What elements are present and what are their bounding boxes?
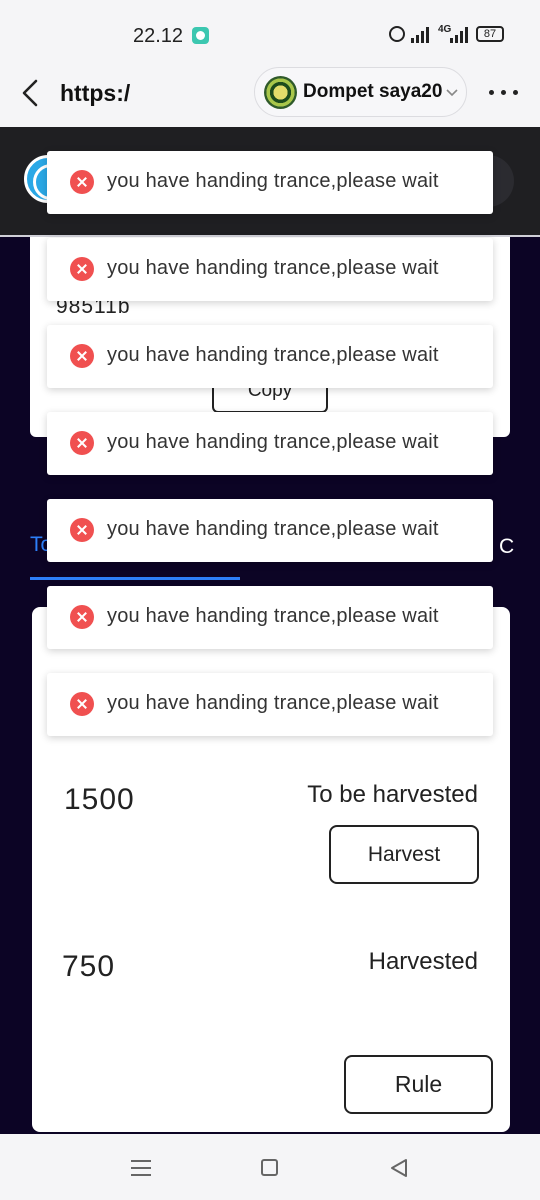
error-icon (70, 257, 94, 281)
error-toast: you have handing trance,please wait (47, 412, 493, 475)
error-icon (70, 518, 94, 542)
alarm-icon (389, 26, 405, 42)
toast-message: you have handing trance,please wait (107, 431, 439, 453)
back-triangle-icon[interactable] (388, 1157, 410, 1179)
error-toast: you have handing trance,please wait (47, 238, 493, 301)
error-toast: you have handing trance,please wait (47, 586, 493, 649)
chat-app-icon (192, 27, 209, 44)
error-toast: you have handing trance,please wait (47, 325, 493, 388)
error-icon (70, 344, 94, 368)
menu-icon[interactable] (131, 1158, 151, 1176)
harvested-value: 750 (62, 950, 116, 983)
battery-icon: 87 (476, 26, 504, 42)
to-be-harvested-label: To be harvested (307, 781, 478, 808)
error-icon (70, 431, 94, 455)
wallet-selector[interactable]: Dompet saya20 (254, 67, 467, 117)
toast-message: you have handing trance,please wait (107, 692, 439, 714)
error-toast: you have handing trance,please wait (47, 151, 493, 214)
rule-button[interactable]: Rule (344, 1055, 493, 1114)
home-icon[interactable] (261, 1159, 278, 1176)
back-icon[interactable] (20, 78, 42, 108)
error-icon (70, 170, 94, 194)
active-tab-indicator (30, 577, 240, 580)
harvest-button[interactable]: Harvest (329, 825, 479, 884)
status-time: 22.12 (133, 25, 184, 47)
toast-message: you have handing trance,please wait (107, 170, 439, 192)
wallet-avatar (264, 76, 297, 109)
more-icon[interactable] (486, 88, 522, 98)
toast-message: you have handing trance,please wait (107, 257, 439, 279)
error-toast: you have handing trance,please wait (47, 673, 493, 736)
status-bar: 22.12 4G 87 (0, 0, 540, 60)
system-nav-bar (0, 1134, 540, 1200)
browser-bar: https:/ Dompet saya20 (0, 60, 540, 127)
error-toast: you have handing trance,please wait (47, 499, 493, 562)
to-be-harvested-value: 1500 (64, 783, 135, 816)
toast-message: you have handing trance,please wait (107, 518, 439, 540)
tab-right[interactable]: C (499, 535, 514, 559)
wallet-name: Dompet saya20 (303, 81, 443, 102)
error-icon (70, 692, 94, 716)
toast-message: you have handing trance,please wait (107, 344, 439, 366)
signal-icon (450, 27, 470, 43)
toast-message: you have handing trance,please wait (107, 605, 439, 627)
url-text[interactable]: https:/ (60, 80, 130, 107)
signal-icon (411, 27, 433, 43)
error-icon (70, 605, 94, 629)
harvested-label: Harvested (368, 948, 478, 975)
chevron-down-icon (445, 85, 459, 99)
